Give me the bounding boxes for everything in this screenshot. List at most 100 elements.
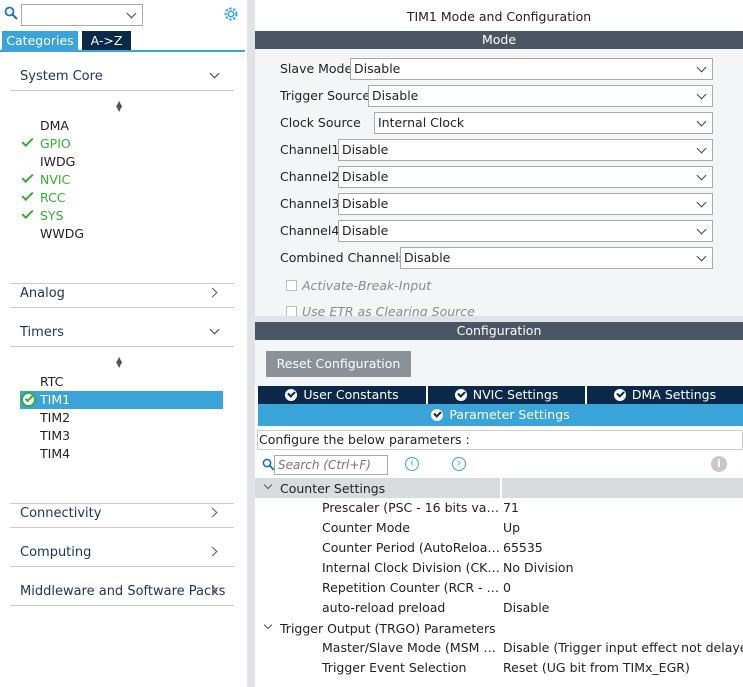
parameter-value[interactable]: 71 — [503, 500, 519, 515]
mode-field-select[interactable]: Disable — [338, 166, 713, 188]
divider — [10, 307, 234, 308]
next-icon[interactable]: › — [452, 457, 466, 471]
chevron-down-icon — [696, 251, 707, 262]
panel-splitter[interactable] — [247, 0, 255, 687]
chevron-right-icon[interactable] — [207, 287, 218, 298]
parameter-value[interactable]: No Division — [503, 560, 574, 575]
sidebar-item[interactable]: GPIO — [40, 136, 71, 151]
parameter-row[interactable]: Prescaler (PSC - 16 bits value) 71 — [255, 500, 743, 520]
sidebar-item[interactable]: IWDG — [40, 154, 75, 169]
parameter-value[interactable]: Disable — [503, 600, 549, 615]
parameter-row[interactable]: Master/Slave Mode (MSM bit) Disable (Trig… — [255, 640, 743, 660]
tab-nvic-settings[interactable]: NVIC Settings — [428, 386, 585, 404]
chevron-right-icon[interactable] — [207, 507, 218, 518]
configure-text: Configure the below parameters : — [257, 430, 743, 450]
reset-configuration-button[interactable]: Reset Configuration — [266, 351, 411, 377]
configuration-header: Configuration — [255, 322, 743, 340]
tab-categories[interactable]: Categories — [2, 31, 78, 50]
divider — [10, 503, 234, 504]
tab-a-z[interactable]: A->Z — [82, 31, 131, 50]
info-icon[interactable]: i — [711, 456, 727, 472]
sidebar-item[interactable]: DMA — [40, 118, 69, 133]
trgo-group[interactable]: Trigger Output (TRGO) Parameters — [255, 618, 743, 638]
sidebar-item[interactable]: TIM2 — [40, 410, 70, 425]
mode-field-select[interactable]: Disable — [400, 247, 713, 269]
chevron-down-icon — [263, 480, 273, 490]
mode-field-label: Channel2 — [280, 169, 340, 184]
sidebar-item[interactable]: TIM1 — [40, 392, 70, 407]
mode-field-select[interactable]: Disable — [338, 220, 713, 242]
check-circle-icon — [285, 389, 298, 401]
category-timers[interactable]: Timers — [20, 325, 64, 340]
chevron-down-icon — [696, 224, 707, 235]
check-circle-icon — [21, 392, 36, 407]
sidebar-item[interactable]: SYS — [40, 208, 64, 223]
mode-field-label: Channel4 — [280, 223, 340, 238]
parameter-row[interactable]: Internal Clock Division (CKD) No Division — [255, 560, 743, 580]
divider — [10, 527, 234, 528]
gear-icon[interactable] — [223, 6, 239, 22]
parameter-name: Counter Mode — [322, 520, 410, 535]
tab-user-constants[interactable]: User Constants — [258, 386, 426, 404]
parameter-name: Repetition Counter (RCR - 8 bits value) — [322, 580, 500, 595]
counter-settings-group[interactable]: Counter Settings — [255, 478, 743, 498]
parameter-row[interactable]: auto-reload preload Disable — [255, 600, 743, 620]
sidebar-item[interactable]: TIM4 — [40, 446, 70, 461]
parameter-value[interactable]: Reset (UG bit from TIMx_EGR) — [503, 660, 690, 675]
sort-icon[interactable]: ▲ ▼ — [116, 100, 122, 113]
mode-field-select[interactable]: Disable — [368, 85, 713, 107]
parameter-value[interactable]: Disable (Trigger input effect not delaye… — [503, 640, 743, 655]
sidebar-item[interactable]: NVIC — [40, 172, 70, 187]
divider — [10, 283, 234, 284]
parameter-search-input[interactable] — [274, 455, 388, 475]
chevron-down-icon[interactable] — [209, 324, 220, 335]
chevron-down-icon — [263, 620, 273, 630]
mode-field-label: Channel1 — [280, 142, 340, 157]
mode-field-select[interactable]: Internal Clock — [374, 112, 713, 134]
mode-field-label: Channel3 — [280, 196, 340, 211]
mode-field-select[interactable]: Disable — [350, 58, 713, 80]
search-combo[interactable] — [21, 4, 143, 26]
category-middleware[interactable]: Middleware and Software Packs — [20, 584, 225, 599]
parameter-row[interactable]: Repetition Counter (RCR - 8 bits value)0 — [255, 580, 743, 600]
parameter-name: Prescaler (PSC - 16 bits value) — [322, 500, 500, 515]
check-circle-icon — [613, 389, 626, 401]
mode-header: Mode — [255, 31, 743, 49]
mode-field-label: Combined Channels — [280, 250, 406, 265]
parameter-row[interactable]: Counter Period (AutoReload Register - 16… — [255, 540, 743, 560]
parameter-name: Master/Slave Mode (MSM bit) — [322, 640, 500, 655]
sidebar-item[interactable]: TIM3 — [40, 428, 70, 443]
parameter-row[interactable]: Counter Mode Up — [255, 520, 743, 540]
category-computing[interactable]: Computing — [20, 545, 91, 560]
mode-field-label: Slave Mode — [280, 61, 353, 76]
sidebar-item[interactable]: RCC — [40, 190, 66, 205]
parameter-row[interactable]: Trigger Event Selection Reset (UG bit fro… — [255, 660, 743, 680]
parameter-value[interactable]: Up — [503, 520, 520, 535]
parameter-name: Counter Period (AutoReload Register - 16… — [322, 540, 500, 555]
activate-break-checkbox[interactable] — [286, 280, 297, 291]
page-title: TIM1 Mode and Configuration — [406, 9, 592, 24]
sidebar-item[interactable]: RTC — [40, 374, 63, 389]
tab-parameter-settings[interactable]: Parameter Settings — [258, 404, 743, 426]
previous-icon[interactable]: ‹ — [405, 457, 419, 471]
sort-icon[interactable]: ▲ ▼ — [116, 356, 122, 369]
mode-field-select[interactable]: Disable — [338, 139, 713, 161]
sidebar-item[interactable]: WWDG — [40, 226, 84, 241]
chevron-down-icon — [126, 8, 137, 19]
activate-break-label: Activate-Break-Input — [302, 278, 432, 293]
chevron-right-icon[interactable] — [207, 546, 218, 557]
parameter-value[interactable]: 0 — [503, 580, 511, 595]
tab-underline — [0, 50, 245, 52]
category-system-core[interactable]: System Core — [20, 69, 103, 84]
category-connectivity[interactable]: Connectivity — [20, 506, 101, 521]
parameter-value[interactable]: 65535 — [503, 540, 543, 555]
divider — [10, 566, 234, 567]
parameter-name: auto-reload preload — [322, 600, 446, 615]
tab-dma-settings[interactable]: DMA Settings — [587, 386, 743, 404]
check-circle-icon — [454, 389, 467, 401]
left-panel: Categories A->Z System Core ▲ ▼ Analog Ti… — [0, 0, 247, 687]
check-icon — [21, 170, 34, 184]
mode-field-select[interactable]: Disable — [338, 193, 713, 215]
chevron-down-icon[interactable] — [209, 68, 220, 79]
category-analog[interactable]: Analog — [20, 286, 65, 301]
